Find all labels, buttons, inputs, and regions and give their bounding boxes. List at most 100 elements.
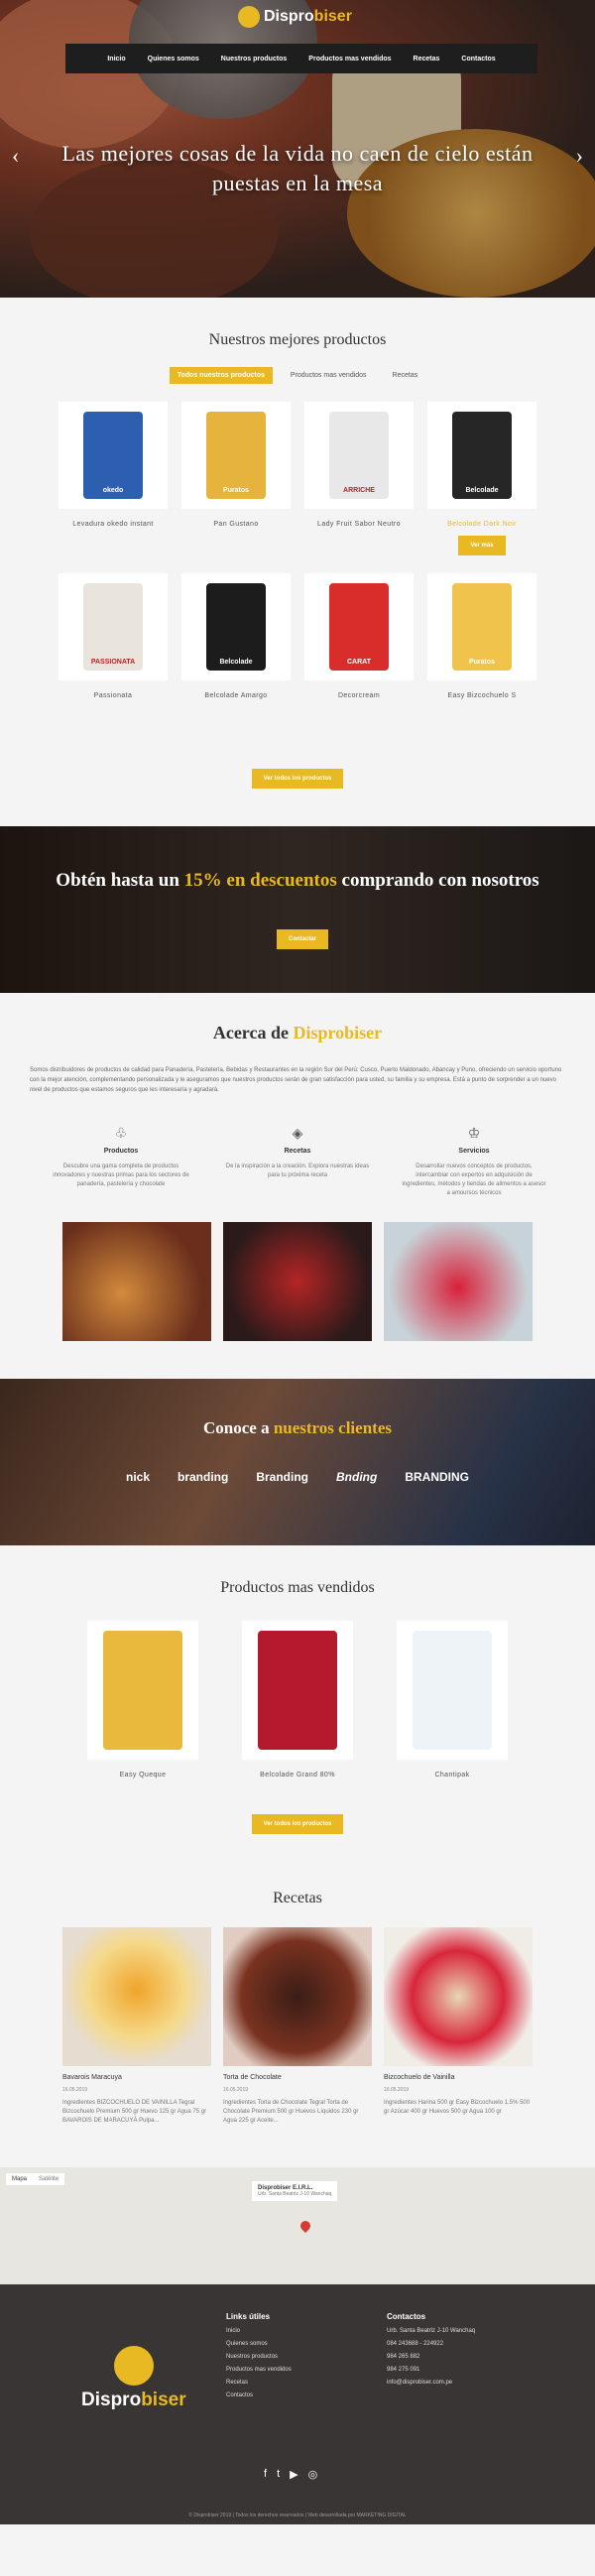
map-tab-satellite[interactable]: Satélite [33, 2173, 64, 2185]
clients-section: Conoce a nuestros clientes nick branding… [0, 1379, 595, 1545]
tab-recipes[interactable]: Recetas [385, 367, 426, 384]
product-card[interactable]: PASSIONATA Passionata [59, 573, 168, 699]
map-pin-icon[interactable] [298, 2218, 313, 2234]
about-section: Acerca de Disprobiser Somos distribuidor… [0, 993, 595, 1341]
about-title: Acerca de Disprobiser [212, 1023, 383, 1043]
products-section: Nuestros mejores productos Todos nuestro… [0, 298, 595, 789]
recipe-title[interactable]: Torta de Chocolate [223, 2074, 372, 2081]
product-card[interactable]: Puratos Pan Gustano [181, 402, 291, 555]
recipe-card[interactable]: Bavarois Maracuya 16.05.2019 Ingredientes … [62, 1927, 211, 2126]
view-all-products-button[interactable]: Ver todos los productos [251, 769, 344, 789]
recipe-excerpt: Ingredientes Harina 500 gr Easy Bizcochu… [384, 2100, 531, 2115]
product-name: Easy Bizcochuelo S [447, 692, 517, 699]
nav-item-mas-vendidos[interactable]: Productos mas vendidos [308, 56, 391, 62]
view-more-button[interactable]: Ver más [458, 536, 506, 555]
photo-desserts [223, 1222, 372, 1341]
recipe-image [223, 1927, 372, 2066]
nav-item-quienes-somos[interactable]: Quienes somos [148, 56, 199, 62]
chef-icon: ♔ [467, 1125, 481, 1141]
nav-item-inicio[interactable]: Inicio [107, 56, 125, 62]
product-card[interactable]: ARRICHE Lady Fruit Sabor Neutro [304, 402, 414, 555]
footer-link[interactable]: Nuestros productos [226, 2354, 292, 2360]
footer-contact-item: Urb. Santa Beatriz J-10 Wanchaq [387, 2328, 476, 2334]
facebook-icon[interactable]: f [264, 2468, 267, 2481]
discount-banner: Obtén hasta un 15% en descuentos compran… [0, 826, 595, 993]
recipe-title[interactable]: Bizcochuelo de Vainilla [384, 2074, 533, 2081]
feature-recetas: ◈ Recetas De la inspiración a la creación.… [225, 1125, 370, 1178]
brand-mark-icon [238, 6, 260, 28]
footer-logo: Disprobiser [81, 2346, 186, 2411]
feature-servicios: ♔ Servicios Desarrollar nuevos conceptos d… [402, 1125, 546, 1196]
footer: Disprobiser Links útiles Inicio Quienes s… [0, 2284, 595, 2524]
best-seller-image [242, 1621, 353, 1760]
location-map[interactable]: Mapa Satélite Disprobiser E.I.R.L. Urb. Sa… [0, 2167, 595, 2284]
product-package: Puratos [206, 412, 266, 499]
product-card[interactable]: Belcolade Belcolade Dark Noir Ver más [427, 402, 536, 555]
product-name: Lady Fruit Sabor Neutro [317, 521, 401, 528]
products-title: Nuestros mejores productos [208, 331, 387, 348]
footer-contact-item: info@disprobiser.com.pe [387, 2380, 453, 2386]
recipes-title: Recetas [273, 1890, 322, 1906]
map-place-card: Disprobiser E.I.R.L. Urb. Santa Beatriz J… [252, 2181, 338, 2201]
footer-contact-item: 984 265 882 [387, 2354, 420, 2360]
discount-title: Obtén hasta un 15% en descuentos compran… [56, 870, 539, 891]
product-image: PASSIONATA [59, 573, 168, 680]
footer-link[interactable]: Quienes somos [226, 2341, 292, 2347]
product-image: ARRICHE [304, 402, 414, 509]
nav-item-productos[interactable]: Nuestros productos [221, 56, 288, 62]
feature-productos: ♧ Productos Descubre una gama completa de … [48, 1125, 194, 1198]
twitter-icon[interactable]: t [277, 2468, 280, 2481]
product-card[interactable]: CARAT Decorcream [304, 573, 414, 699]
best-seller-card[interactable]: Chantipak [397, 1621, 508, 1779]
copyright: © Disprobiser 2019 | Todos los derechos … [188, 2513, 407, 2518]
recipe-excerpt: Ingredientes Torta de Chocolate Tegral T… [223, 2100, 359, 2124]
contact-button[interactable]: Contactar [277, 929, 329, 949]
best-seller-package [258, 1631, 337, 1750]
product-package: Belcolade [206, 583, 266, 671]
best-seller-image [397, 1621, 508, 1760]
product-card[interactable]: okedo Levadura okedo instant [59, 402, 168, 555]
product-card[interactable]: Belcolade Belcolade Amargo [181, 573, 291, 699]
recipe-date: 16.05.2019 [384, 2087, 410, 2093]
product-image: Puratos [181, 402, 291, 509]
best-sellers-section: Productos mas vendidos Easy Queque Belcol… [0, 1545, 595, 1834]
tab-all-products[interactable]: Todos nuestros productos [169, 367, 273, 384]
view-all-best-button[interactable]: Ver todos los productos [251, 1814, 344, 1834]
product-package: okedo [83, 412, 143, 499]
footer-contact-item: 084 243688 - 224922 [387, 2341, 444, 2347]
client-logo-1: nick [125, 1470, 150, 1484]
recipe-date: 16.05.2019 [62, 2087, 88, 2093]
map-tab-map[interactable]: Mapa [6, 2173, 33, 2185]
best-seller-card[interactable]: Easy Queque [87, 1621, 198, 1779]
about-text: Somos distribuidores de productos de cal… [30, 1067, 562, 1093]
youtube-icon[interactable]: ▶ [290, 2468, 298, 2481]
best-seller-card[interactable]: Belcolade Grand 80% [242, 1621, 353, 1779]
best-seller-name: Easy Queque [119, 1772, 167, 1779]
product-package: CARAT [329, 583, 389, 671]
product-image: CARAT [304, 573, 414, 680]
product-image: Belcolade [427, 402, 536, 509]
product-package: Puratos [452, 583, 512, 671]
product-name: Belcolade Dark Noir [447, 521, 517, 528]
footer-link[interactable]: Contactos [226, 2392, 292, 2398]
photo-pastries [62, 1222, 211, 1341]
product-name: Decorcream [337, 692, 381, 699]
clients-title: Conoce a nuestros clientes [203, 1418, 392, 1437]
recipe-title[interactable]: Bavarois Maracuya [62, 2074, 211, 2081]
product-image: Belcolade [181, 573, 291, 680]
recipe-card[interactable]: Bizcochuelo de Vainilla 16.05.2019 Ingredi… [384, 1927, 533, 2126]
recipe-date: 16.05.2019 [223, 2087, 249, 2093]
brand-logo[interactable]: Disprobiser [238, 6, 352, 28]
product-name: Passionata [93, 692, 133, 699]
main-nav: Inicio Quienes somos Nuestros productos … [65, 44, 537, 73]
footer-link[interactable]: Recetas [226, 2380, 292, 2386]
recipe-image [384, 1927, 533, 2066]
nav-item-contactos[interactable]: Contactos [461, 56, 495, 62]
footer-link[interactable]: Inicio [226, 2328, 292, 2334]
tab-best-sellers[interactable]: Productos mas vendidos [283, 367, 375, 384]
instagram-icon[interactable]: ◎ [308, 2468, 318, 2481]
product-card[interactable]: Puratos Easy Bizcochuelo S [427, 573, 536, 699]
nav-item-recetas[interactable]: Recetas [414, 56, 440, 62]
footer-link[interactable]: Productos mas vendidos [226, 2367, 292, 2373]
recipe-card[interactable]: Torta de Chocolate 16.05.2019 Ingredientes… [223, 1927, 372, 2126]
